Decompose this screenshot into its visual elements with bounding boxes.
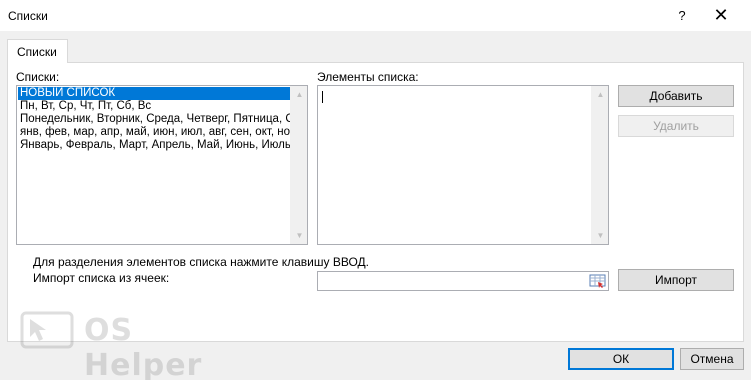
import-range-input[interactable] xyxy=(317,271,609,291)
entries-label: Элементы списка: xyxy=(317,70,419,84)
add-button[interactable]: Добавить xyxy=(618,85,734,107)
watermark: OS Helper xyxy=(20,311,240,380)
entries-scrollbar[interactable]: ▲ ▼ xyxy=(591,86,608,244)
title-bar: Списки ? ✕ xyxy=(0,0,751,31)
window-title: Списки xyxy=(8,9,48,23)
scroll-up-icon[interactable]: ▲ xyxy=(291,86,307,103)
lists-scrollbar[interactable]: ▲ ▼ xyxy=(290,86,307,244)
tab-lists-label: Списки xyxy=(17,45,57,59)
hint-text: Для разделения элементов списка нажмите … xyxy=(33,255,369,269)
help-button[interactable]: ? xyxy=(668,4,696,28)
range-select-icon[interactable] xyxy=(589,273,607,289)
list-item[interactable]: янв, фев, мар, апр, май, июн, июл, авг, … xyxy=(18,126,290,139)
lists-items: НОВЫЙ СПИСОК Пн, Вт, Ср, Чт, Пт, Сб, Вс По… xyxy=(18,87,290,152)
scroll-up-icon[interactable]: ▲ xyxy=(592,86,609,103)
cancel-button[interactable]: Отмена xyxy=(680,348,744,370)
scroll-down-icon[interactable]: ▼ xyxy=(592,227,609,244)
lists-listbox[interactable]: НОВЫЙ СПИСОК Пн, Вт, Ср, Чт, Пт, Сб, Вс По… xyxy=(16,85,308,245)
list-item[interactable]: Пн, Вт, Ср, Чт, Пт, Сб, Вс xyxy=(18,100,290,113)
list-item[interactable]: Январь, Февраль, Март, Апрель, Май, Июнь… xyxy=(18,139,290,152)
scroll-down-icon[interactable]: ▼ xyxy=(291,227,307,244)
delete-button[interactable]: Удалить xyxy=(618,115,734,137)
entries-textarea[interactable]: ▲ ▼ xyxy=(317,85,609,245)
cursor-logo-icon xyxy=(20,311,74,349)
text-caret xyxy=(322,91,323,103)
lists-label: Списки: xyxy=(16,70,60,84)
list-item[interactable]: НОВЫЙ СПИСОК xyxy=(18,87,290,100)
import-label: Импорт списка из ячеек: xyxy=(33,271,170,285)
list-item[interactable]: Понедельник, Вторник, Среда, Четверг, Пя… xyxy=(18,113,290,126)
import-button[interactable]: Импорт xyxy=(618,269,734,291)
tab-lists[interactable]: Списки xyxy=(7,39,68,63)
watermark-text: OS Helper xyxy=(84,313,203,380)
close-button[interactable]: ✕ xyxy=(706,4,736,28)
ok-button[interactable]: ОК xyxy=(568,348,674,370)
